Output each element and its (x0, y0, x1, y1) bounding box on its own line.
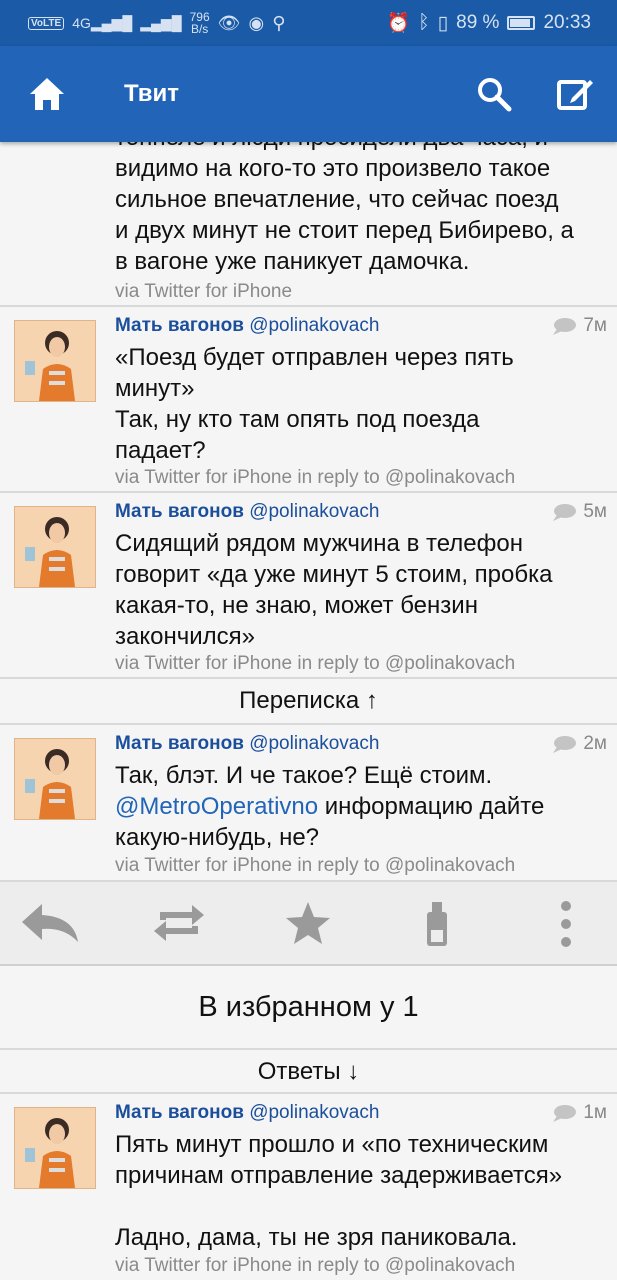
status-left: VoLTE 4G▂▄▆█ ▂▄▆█ 796 B/s 👁 ◉ ⚲ (28, 11, 285, 35)
replies-header: Ответы ↓ (0, 1050, 617, 1094)
conversation-icon (553, 736, 577, 753)
tweet-actions-bar (0, 882, 617, 966)
tweet-text: Так, блэт. И че такое? Ещё стоим. @Metro… (115, 760, 610, 853)
favorites-count[interactable]: В избранном у 1 (0, 966, 617, 1050)
alarm-icon: ⏰ (386, 13, 411, 34)
status-bar: VoLTE 4G▂▄▆█ ▂▄▆█ 796 B/s 👁 ◉ ⚲ ⏰ ᛒ ▯ 89… (0, 0, 617, 46)
bluetooth-icon: ᛒ (418, 12, 430, 33)
tweet-author[interactable]: Мать вагонов @polinakovach (115, 733, 379, 755)
network-speed: 796 B/s (190, 11, 210, 35)
tweet-source: via Twitter for iPhone (115, 281, 293, 302)
author-name[interactable]: Мать вагонов (115, 1102, 244, 1123)
tweet-time: 7м (551, 315, 607, 337)
tweet-text: тоннеле и люди просидели два часа, и вид… (115, 142, 574, 275)
author-name[interactable]: Мать вагонов (115, 733, 244, 754)
tweet-time: 2м (551, 733, 607, 755)
avatar[interactable] (14, 506, 96, 588)
time-ago: 1м (583, 1102, 607, 1123)
more-icon[interactable] (558, 900, 574, 953)
tweet-author[interactable]: Мать вагонов @polinakovach (115, 315, 379, 337)
status-right: ⏰ ᛒ ▯ 89 % 20:33 (387, 11, 591, 35)
signal-icon: 4G▂▄▆█ (72, 14, 133, 31)
tweet-time: 1м (551, 1102, 607, 1124)
compose-icon[interactable] (556, 76, 594, 117)
tweet-item[interactable]: Мать вагонов @polinakovach 1м Пять минут… (0, 1094, 617, 1280)
tweet-text: Сидящий рядом мужчина в телефон говорит … (115, 530, 553, 650)
avatar[interactable] (14, 320, 96, 402)
speed-unit: B/s (190, 22, 209, 36)
conversation-icon (553, 318, 577, 335)
vibrate-icon: ▯ (437, 12, 449, 34)
app-bar: Твит (0, 46, 617, 142)
spotify-icon: ◉ (248, 12, 265, 33)
search-icon[interactable] (476, 76, 512, 117)
time-ago: 7м (583, 315, 607, 336)
tweet-text: Пять минут прошло и «по техническим прич… (115, 1131, 563, 1251)
avatar[interactable] (14, 1107, 96, 1189)
tweet-text: «Поезд будет отправлен через пять минут»… (115, 344, 514, 464)
tweet-item[interactable]: Мать вагонов @polinakovach 5м Сидящий ря… (0, 493, 617, 679)
battery-icon (507, 16, 536, 30)
conversation-label[interactable]: Переписка ↑ (239, 687, 378, 714)
tweet-author[interactable]: Мать вагонов @polinakovach (115, 1102, 379, 1124)
replies-label: Ответы ↓ (257, 1058, 360, 1085)
tweet-source: via Twitter for iPhone in reply to @poli… (115, 855, 516, 876)
tweet-source: via Twitter for iPhone in reply to @poli… (115, 467, 516, 488)
signal-label: 4G (72, 14, 91, 31)
page-title: Твит (124, 80, 180, 107)
author-handle[interactable]: @polinakovach (249, 1102, 379, 1123)
author-name[interactable]: Мать вагонов (115, 315, 244, 336)
clock: 20:33 (543, 12, 591, 33)
notification-icon: ⚲ (272, 12, 286, 33)
time-ago: 5м (583, 501, 607, 522)
conversation-icon (553, 504, 577, 521)
mention-link[interactable]: @MetroOperativno (115, 793, 318, 820)
time-ago: 2м (583, 733, 607, 754)
tweet-item[interactable]: Мать вагонов @polinakovach 2м Так, блэт.… (0, 725, 617, 882)
signal-2-icon: ▂▄▆█ (140, 14, 182, 31)
eye-icon: 👁 (217, 12, 241, 33)
author-name[interactable]: Мать вагонов (115, 501, 244, 522)
conversation-link[interactable]: Переписка ↑ (0, 679, 617, 725)
tweet-source: via Twitter for iPhone in reply to @poli… (115, 1255, 516, 1276)
avatar[interactable] (14, 738, 96, 820)
reply-icon[interactable] (20, 900, 80, 951)
tweet-author[interactable]: Мать вагонов @polinakovach (115, 501, 379, 523)
tweet-source: via Twitter for iPhone in reply to @poli… (115, 653, 516, 674)
tweet-text-start: Так, блэт. И че такое? Ещё стоим. (115, 762, 493, 789)
retweet-icon[interactable] (152, 900, 206, 951)
share-icon[interactable] (422, 900, 452, 953)
conversation-icon (553, 1105, 577, 1122)
tweet-item[interactable]: Мать вагонов @polinakovach 7м «Поезд буд… (0, 307, 617, 493)
volte-badge: VoLTE (28, 16, 65, 30)
star-icon[interactable] (284, 900, 332, 951)
home-icon[interactable] (28, 76, 66, 117)
author-handle[interactable]: @polinakovach (249, 315, 379, 336)
tweet-thread[interactable]: тоннеле и люди просидели два часа, и вид… (0, 142, 617, 1280)
favorites-label[interactable]: В избранном у 1 (198, 991, 418, 1023)
tweet-time: 5м (551, 501, 607, 523)
tweet-item[interactable]: тоннеле и люди просидели два часа, и вид… (0, 142, 617, 307)
author-handle[interactable]: @polinakovach (249, 501, 379, 522)
battery-fill (510, 19, 530, 27)
battery-percent: 89 % (456, 12, 500, 33)
author-handle[interactable]: @polinakovach (249, 733, 379, 754)
